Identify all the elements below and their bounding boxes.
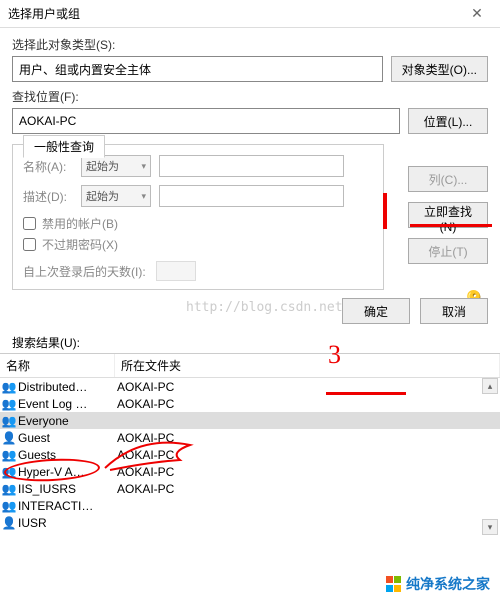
description-label: 描述(D): (23, 188, 73, 205)
result-folder: AOKAI-PC (115, 380, 500, 394)
chevron-down-icon: ▾ (141, 191, 146, 202)
chevron-down-icon: ▾ (141, 161, 146, 172)
disabled-accounts-check[interactable] (23, 217, 36, 230)
name-input[interactable] (159, 155, 344, 177)
list-item[interactable]: 👥GuestsAOKAI-PC (0, 446, 500, 463)
group-icon: 👥 (0, 482, 18, 496)
scroll-down-icon[interactable]: ▾ (482, 519, 498, 535)
object-types-button[interactable]: 对象类型(O)... (391, 56, 488, 82)
user-icon: 👤 (0, 431, 18, 445)
result-folder: AOKAI-PC (115, 448, 500, 462)
locations-button[interactable]: 位置(L)... (408, 108, 488, 134)
disabled-accounts-checkbox[interactable]: 禁用的帐户(B) (23, 215, 373, 232)
group-icon: 👥 (0, 499, 18, 513)
group-icon: 👥 (0, 380, 18, 394)
description-combo[interactable]: 起始为 ▾ (81, 185, 151, 207)
title-bar: 选择用户或组 ✕ (0, 0, 500, 28)
group-icon: 👥 (0, 465, 18, 479)
user-icon: 👤 (0, 516, 18, 530)
dialog-button-row: 确定 取消 (0, 294, 500, 330)
list-item[interactable]: 👥Hyper-V A…AOKAI-PC (0, 463, 500, 480)
object-type-label: 选择此对象类型(S): (12, 36, 488, 53)
name-combo[interactable]: 起始为 ▾ (81, 155, 151, 177)
list-item[interactable]: 👥INTERACTI… (0, 497, 500, 514)
common-query-group: 一般性查询 名称(A): 起始为 ▾ 描述(D): 起始为 ▾ 禁用的帐户(B)… (12, 144, 384, 290)
column-name[interactable]: 名称 (0, 354, 115, 377)
result-folder: AOKAI-PC (115, 482, 500, 496)
result-folder: AOKAI-PC (115, 465, 500, 479)
result-folder: AOKAI-PC (115, 431, 500, 445)
annotation-underline (410, 224, 492, 227)
location-input[interactable] (12, 108, 400, 134)
description-combo-value: 起始为 (86, 188, 119, 204)
result-name: Event Log … (18, 397, 115, 411)
location-label: 查找位置(F): (12, 88, 488, 105)
non-expiring-password-label: 不过期密码(X) (42, 236, 118, 253)
group-icon: 👥 (0, 397, 18, 411)
non-expiring-password-checkbox[interactable]: 不过期密码(X) (23, 236, 373, 253)
group-icon: 👥 (0, 448, 18, 462)
stop-button[interactable]: 停止(T) (408, 238, 488, 264)
result-folder: AOKAI-PC (115, 397, 500, 411)
side-button-group: 列(C)... 立即查找(N) 停止(T) (408, 166, 488, 264)
result-name: IUSR (18, 516, 115, 530)
cancel-button[interactable]: 取消 (420, 298, 488, 324)
name-label: 名称(A): (23, 158, 73, 175)
result-name: Everyone (18, 414, 115, 428)
non-expiring-password-check[interactable] (23, 238, 36, 251)
result-name: Guests (18, 448, 115, 462)
results-list[interactable]: ▴ ▾ 👥Distributed…AOKAI-PC👥Event Log …AOK… (0, 378, 500, 535)
days-since-login-label: 自上次登录后的天数(I): (23, 263, 146, 280)
list-item[interactable]: 👤GuestAOKAI-PC (0, 429, 500, 446)
group-icon: 👥 (0, 414, 18, 428)
ok-button[interactable]: 确定 (342, 298, 410, 324)
list-item[interactable]: 👥LOCAL SER… (0, 531, 500, 535)
results-header: 名称 所在文件夹 (0, 353, 500, 378)
result-name: Distributed… (18, 380, 115, 394)
description-input[interactable] (159, 185, 344, 207)
object-type-input[interactable] (12, 56, 383, 82)
scroll-up-icon[interactable]: ▴ (482, 378, 498, 394)
annotation-bar (383, 193, 387, 229)
windows-logo-icon (386, 576, 402, 592)
list-item[interactable]: 👥Event Log …AOKAI-PC (0, 395, 500, 412)
days-since-login-input[interactable] (156, 261, 196, 281)
results-label: 搜索结果(U): (0, 330, 500, 353)
result-name: IIS_IUSRS (18, 482, 115, 496)
result-name: LOCAL SER… (18, 533, 115, 536)
close-icon[interactable]: ✕ (462, 4, 492, 24)
window-title: 选择用户或组 (8, 5, 462, 22)
brand-name: 纯净系统之家 (406, 574, 490, 594)
list-item[interactable]: 👥Distributed…AOKAI-PC (0, 378, 500, 395)
branding: 纯净系统之家 (382, 573, 494, 595)
column-folder[interactable]: 所在文件夹 (115, 354, 500, 377)
result-name: Guest (18, 431, 115, 445)
list-item[interactable]: 👥Everyone (0, 412, 500, 429)
tab-common-query[interactable]: 一般性查询 (23, 135, 105, 158)
columns-button[interactable]: 列(C)... (408, 166, 488, 192)
result-name: INTERACTI… (18, 499, 115, 513)
list-item[interactable]: 👥IIS_IUSRSAOKAI-PC (0, 480, 500, 497)
disabled-accounts-label: 禁用的帐户(B) (42, 215, 118, 232)
list-item[interactable]: 👤IUSR (0, 514, 500, 531)
result-name: Hyper-V A… (18, 465, 115, 479)
name-combo-value: 起始为 (86, 158, 119, 174)
group-icon: 👥 (0, 533, 18, 536)
